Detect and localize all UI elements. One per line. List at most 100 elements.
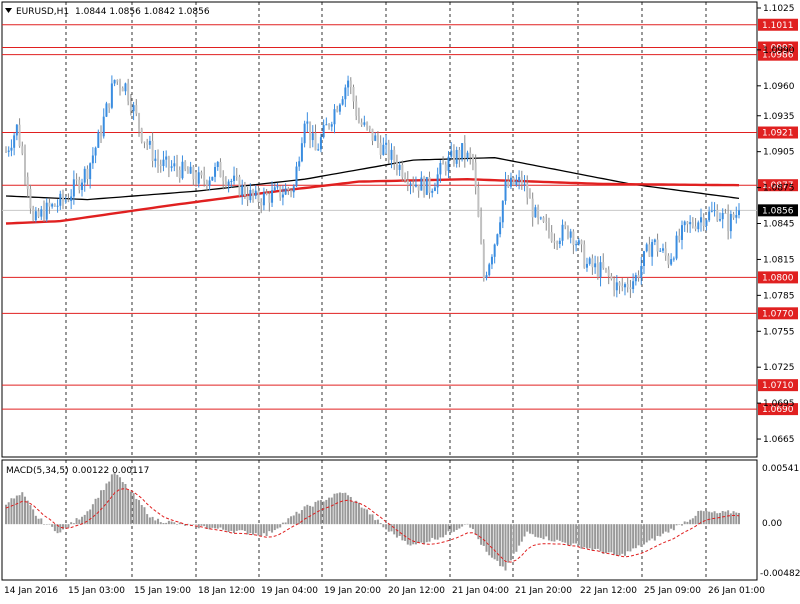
macd-bar	[75, 518, 78, 525]
candle-body	[602, 262, 605, 269]
candle-body	[564, 224, 567, 227]
candle-body	[680, 225, 683, 240]
trading-chart[interactable]: 1.1011 1.0992 1.0986 1.0921 1.0877 1.0800 1.07…	[0, 0, 800, 600]
candle-body	[287, 188, 290, 191]
macd-bar	[43, 524, 46, 525]
macd-bar	[219, 524, 222, 528]
candle-body	[53, 204, 56, 207]
macd-bar	[452, 524, 455, 532]
time-tick-label: 20 Jan 12:00	[388, 586, 445, 596]
candle-body	[309, 121, 312, 141]
candle-body	[184, 161, 187, 170]
candle-body	[94, 147, 97, 156]
candle-body	[268, 194, 271, 203]
candle-body	[281, 194, 284, 198]
macd-bar	[306, 504, 309, 525]
candle-body	[143, 141, 146, 143]
candle-body	[366, 122, 369, 127]
candle-body	[34, 211, 37, 221]
level-tag-label: 1.1011	[762, 21, 794, 31]
candle-body	[471, 156, 474, 163]
candle-body	[518, 177, 521, 181]
candle-body	[108, 103, 111, 108]
macd-bar	[520, 524, 523, 542]
macd-bar	[504, 524, 507, 571]
macd-bar	[613, 524, 616, 555]
candle-body	[447, 156, 450, 171]
candle-body	[558, 240, 561, 245]
candle-body	[273, 187, 276, 191]
candle-body	[672, 258, 675, 260]
macd-bar	[526, 524, 529, 532]
price-tick-label: 1.0755	[763, 327, 795, 337]
macd-bar	[53, 524, 56, 532]
macd-bar	[716, 513, 719, 525]
candle-body	[485, 275, 488, 278]
candle-body	[56, 205, 59, 207]
macd-bar	[553, 524, 556, 542]
macd-bar	[233, 524, 236, 533]
candle-body	[105, 103, 108, 117]
chart-svg[interactable]: 1.10111.09921.09861.09211.08771.08001.07…	[0, 0, 800, 600]
candle-body	[306, 121, 309, 124]
candle-body	[583, 244, 586, 268]
candle-body	[238, 176, 241, 196]
macd-bar	[474, 524, 477, 535]
macd-bar	[629, 524, 632, 552]
macd-bar	[59, 524, 62, 533]
candle-body	[314, 133, 317, 151]
candle-body	[300, 143, 303, 162]
candle-body	[542, 217, 545, 222]
candle-body	[580, 240, 583, 245]
price-tick-label: 1.0875	[763, 184, 795, 194]
candle-body	[632, 281, 635, 290]
candle-body	[363, 122, 366, 125]
price-tick-label: 1.0960	[763, 82, 795, 92]
candle-body	[197, 172, 200, 184]
candle-body	[607, 269, 610, 276]
macd-bar	[615, 524, 618, 556]
candle-body	[697, 222, 700, 230]
candle-body	[699, 217, 702, 223]
candle-body	[385, 142, 388, 145]
macd-bar	[561, 524, 564, 543]
candle-body	[545, 221, 548, 223]
macd-bar	[471, 524, 474, 530]
macd-bar	[659, 524, 662, 537]
candle-body	[439, 163, 442, 175]
candle-body	[241, 185, 244, 196]
candle-body	[423, 177, 426, 195]
macd-bar	[618, 524, 621, 556]
macd-bar	[724, 511, 727, 525]
candle-body	[556, 242, 559, 245]
macd-bar	[167, 520, 170, 525]
macd-bar	[303, 506, 306, 525]
candle-body	[40, 209, 43, 217]
macd-label: MACD(5,34,5)	[6, 466, 69, 476]
macd-bar	[689, 519, 692, 525]
macd-bar	[596, 524, 599, 549]
price-tick-label: 1.0815	[763, 255, 795, 265]
candle-body	[116, 79, 119, 82]
macd-bar	[192, 524, 195, 525]
candle-body	[718, 219, 721, 221]
macd-bar	[29, 505, 32, 525]
macd-bar	[572, 524, 575, 544]
candle-body	[216, 161, 219, 167]
macd-bar	[214, 524, 217, 529]
macd-bar	[477, 524, 480, 540]
candle-body	[119, 81, 122, 88]
candle-body	[165, 156, 168, 160]
macd-bar	[200, 524, 203, 526]
macd-bar	[488, 524, 491, 556]
macd-bar	[686, 521, 689, 525]
candle-body	[83, 168, 86, 183]
macd-scale-bottom: -0.00482	[760, 569, 800, 579]
candle-body	[577, 240, 580, 245]
macd-bar	[398, 524, 401, 536]
macd-bar	[165, 522, 168, 525]
macd-bar	[461, 524, 464, 527]
candle-body	[292, 186, 295, 193]
candle-body	[227, 181, 230, 186]
candle-body	[317, 149, 320, 151]
